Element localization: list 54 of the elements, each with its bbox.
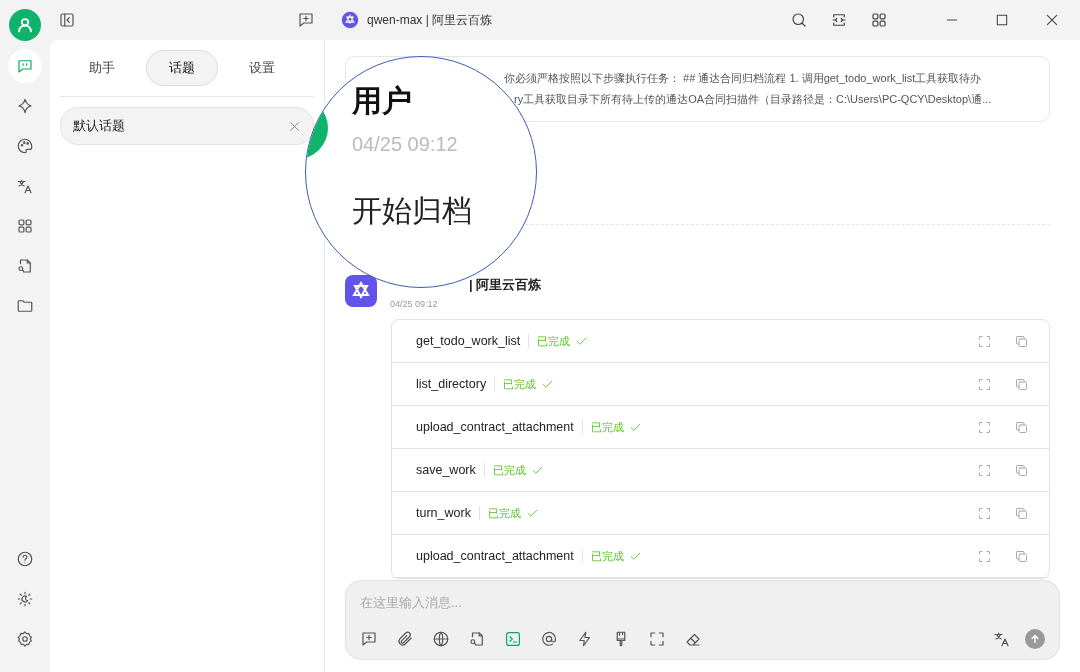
message-time: 04/25 09:12 <box>352 133 458 156</box>
tool-name: turn_work <box>416 506 480 520</box>
model-title[interactable]: qwen-max | 阿里云百炼 <box>367 11 493 29</box>
sidebar-tab[interactable]: 设置 <box>226 50 298 86</box>
message-text: 开始归档 <box>352 193 472 229</box>
close-icon[interactable] <box>1044 12 1060 28</box>
translate-icon <box>16 177 34 195</box>
tool-status: 已完成 <box>590 419 624 435</box>
grid-icon <box>16 217 34 235</box>
arrow-up-icon <box>1028 632 1042 646</box>
help-icon[interactable] <box>16 550 34 568</box>
tool-name: list_directory <box>416 377 496 391</box>
send-button[interactable] <box>1025 629 1045 649</box>
tool-name: get_todo_work_list <box>416 334 530 348</box>
sun-moon-icon[interactable] <box>16 590 34 608</box>
at-sign-icon[interactable] <box>540 630 558 648</box>
document-search-icon[interactable] <box>468 630 486 648</box>
globe-icon[interactable] <box>432 630 450 648</box>
user-avatar[interactable] <box>9 9 41 41</box>
terminal-icon[interactable] <box>504 630 522 648</box>
tool-status: 已完成 <box>492 462 526 478</box>
fullscreen-icon[interactable] <box>648 630 666 648</box>
document-search-icon <box>16 257 34 275</box>
new-topic-icon[interactable] <box>297 11 315 29</box>
sidebar-tab[interactable]: 助手 <box>66 50 138 86</box>
tool-status: 已完成 <box>503 376 537 392</box>
maximize-icon[interactable] <box>994 12 1010 28</box>
tool-status: 已完成 <box>487 505 521 521</box>
tool-status: 已完成 <box>537 333 571 349</box>
sidebar-tab[interactable]: 话题 <box>146 50 218 86</box>
tool-name: upload_contract_attachment <box>416 549 583 563</box>
search-icon[interactable] <box>790 11 808 29</box>
model-logo-icon <box>341 11 359 29</box>
add-message-icon[interactable] <box>360 630 378 648</box>
tool-status: 已完成 <box>590 548 624 564</box>
sparkle-icon <box>16 97 34 115</box>
sidebar-toggle-icon[interactable] <box>58 11 76 29</box>
scan-icon[interactable] <box>830 11 848 29</box>
assistant-name: | 阿里云百炼 <box>469 276 542 294</box>
user-name: 用户 <box>352 83 412 119</box>
folder-icon <box>16 297 34 315</box>
message-input[interactable]: 在这里输入消息... <box>360 595 1045 610</box>
settings-icon[interactable] <box>16 630 34 648</box>
tool-name: save_work <box>416 463 485 477</box>
message-time: 04/25 09:12 <box>390 299 439 309</box>
translate-icon[interactable] <box>993 630 1011 648</box>
chat-icon <box>16 57 34 75</box>
tool-name: upload_contract_attachment <box>416 420 583 434</box>
grid-icon[interactable] <box>870 11 888 29</box>
prompt-text: 你必须严格按照以下步骤执行任务： ## 通达合同归档流程 1. 调用get_todo_work_list工具获取待办 <box>504 71 982 86</box>
prompt-text: ry工具获取目录下所有待上传的通达OA合同扫描件（目录路径是：C:\Users\PC-QCY\Desktop\通... <box>514 92 992 107</box>
paperclip-icon[interactable] <box>396 630 414 648</box>
palette-icon <box>16 137 34 155</box>
topic-item[interactable]: 默认话题 <box>60 107 314 145</box>
